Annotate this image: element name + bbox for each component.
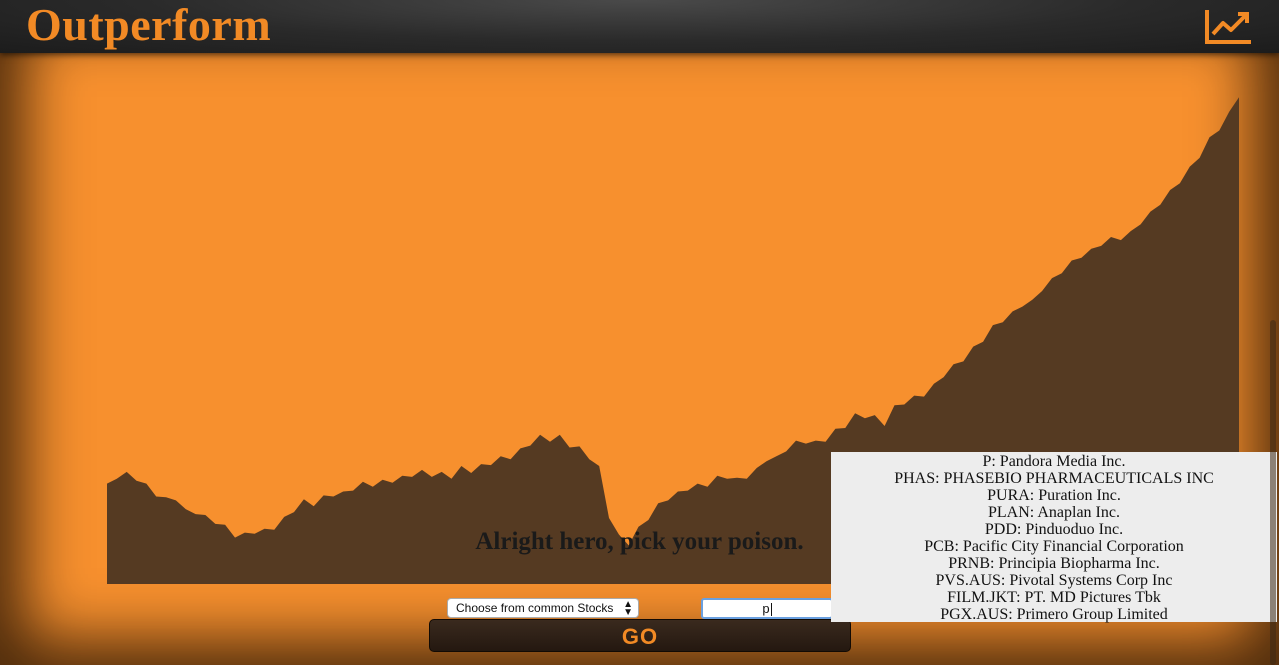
app-header: Outperform	[0, 0, 1279, 53]
suggestion-item[interactable]: PLAN: Anaplan Inc.	[831, 504, 1277, 521]
search-value: p	[762, 601, 770, 616]
scrollbar-thumb[interactable]	[1270, 320, 1276, 665]
common-stocks-select[interactable]: Choose from common Stocks ▲ ▼	[447, 598, 639, 618]
suggestion-item[interactable]: PCB: Pacific City Financial Corporation	[831, 538, 1277, 555]
suggestion-item[interactable]: P: Pandora Media Inc.	[831, 453, 1277, 470]
suggestion-item[interactable]: PURA: Puration Inc.	[831, 487, 1277, 504]
autocomplete-suggestions: P: Pandora Media Inc. PHAS: PHASEBIO PHAR…	[831, 452, 1277, 623]
suggestion-item[interactable]: FILM.JKT: PT. MD Pictures Tbk	[831, 589, 1277, 606]
select-arrows-icon: ▲ ▼	[623, 599, 633, 618]
suggestion-item[interactable]: PHAS: PHASEBIO PHARMACEUTICALS INC	[831, 470, 1277, 487]
suggestion-item[interactable]: PRNB: Principia Biopharma Inc.	[831, 555, 1277, 572]
select-value: Choose from common Stocks	[456, 601, 614, 615]
app-title: Outperform	[26, 0, 272, 50]
text-caret	[770, 603, 772, 617]
stock-search-input[interactable]: p	[701, 598, 833, 619]
suggestion-item[interactable]: PDD: Pinduoduo Inc.	[831, 521, 1277, 538]
trending-up-chart-icon[interactable]	[1203, 6, 1255, 46]
suggestion-item[interactable]: PVS.AUS: Pivotal Systems Corp Inc	[831, 572, 1277, 589]
suggestion-item[interactable]: PGX.AUS: Primero Group Limited	[831, 606, 1277, 623]
page-scrollbar[interactable]	[1270, 320, 1276, 665]
go-button[interactable]: GO	[429, 619, 851, 652]
